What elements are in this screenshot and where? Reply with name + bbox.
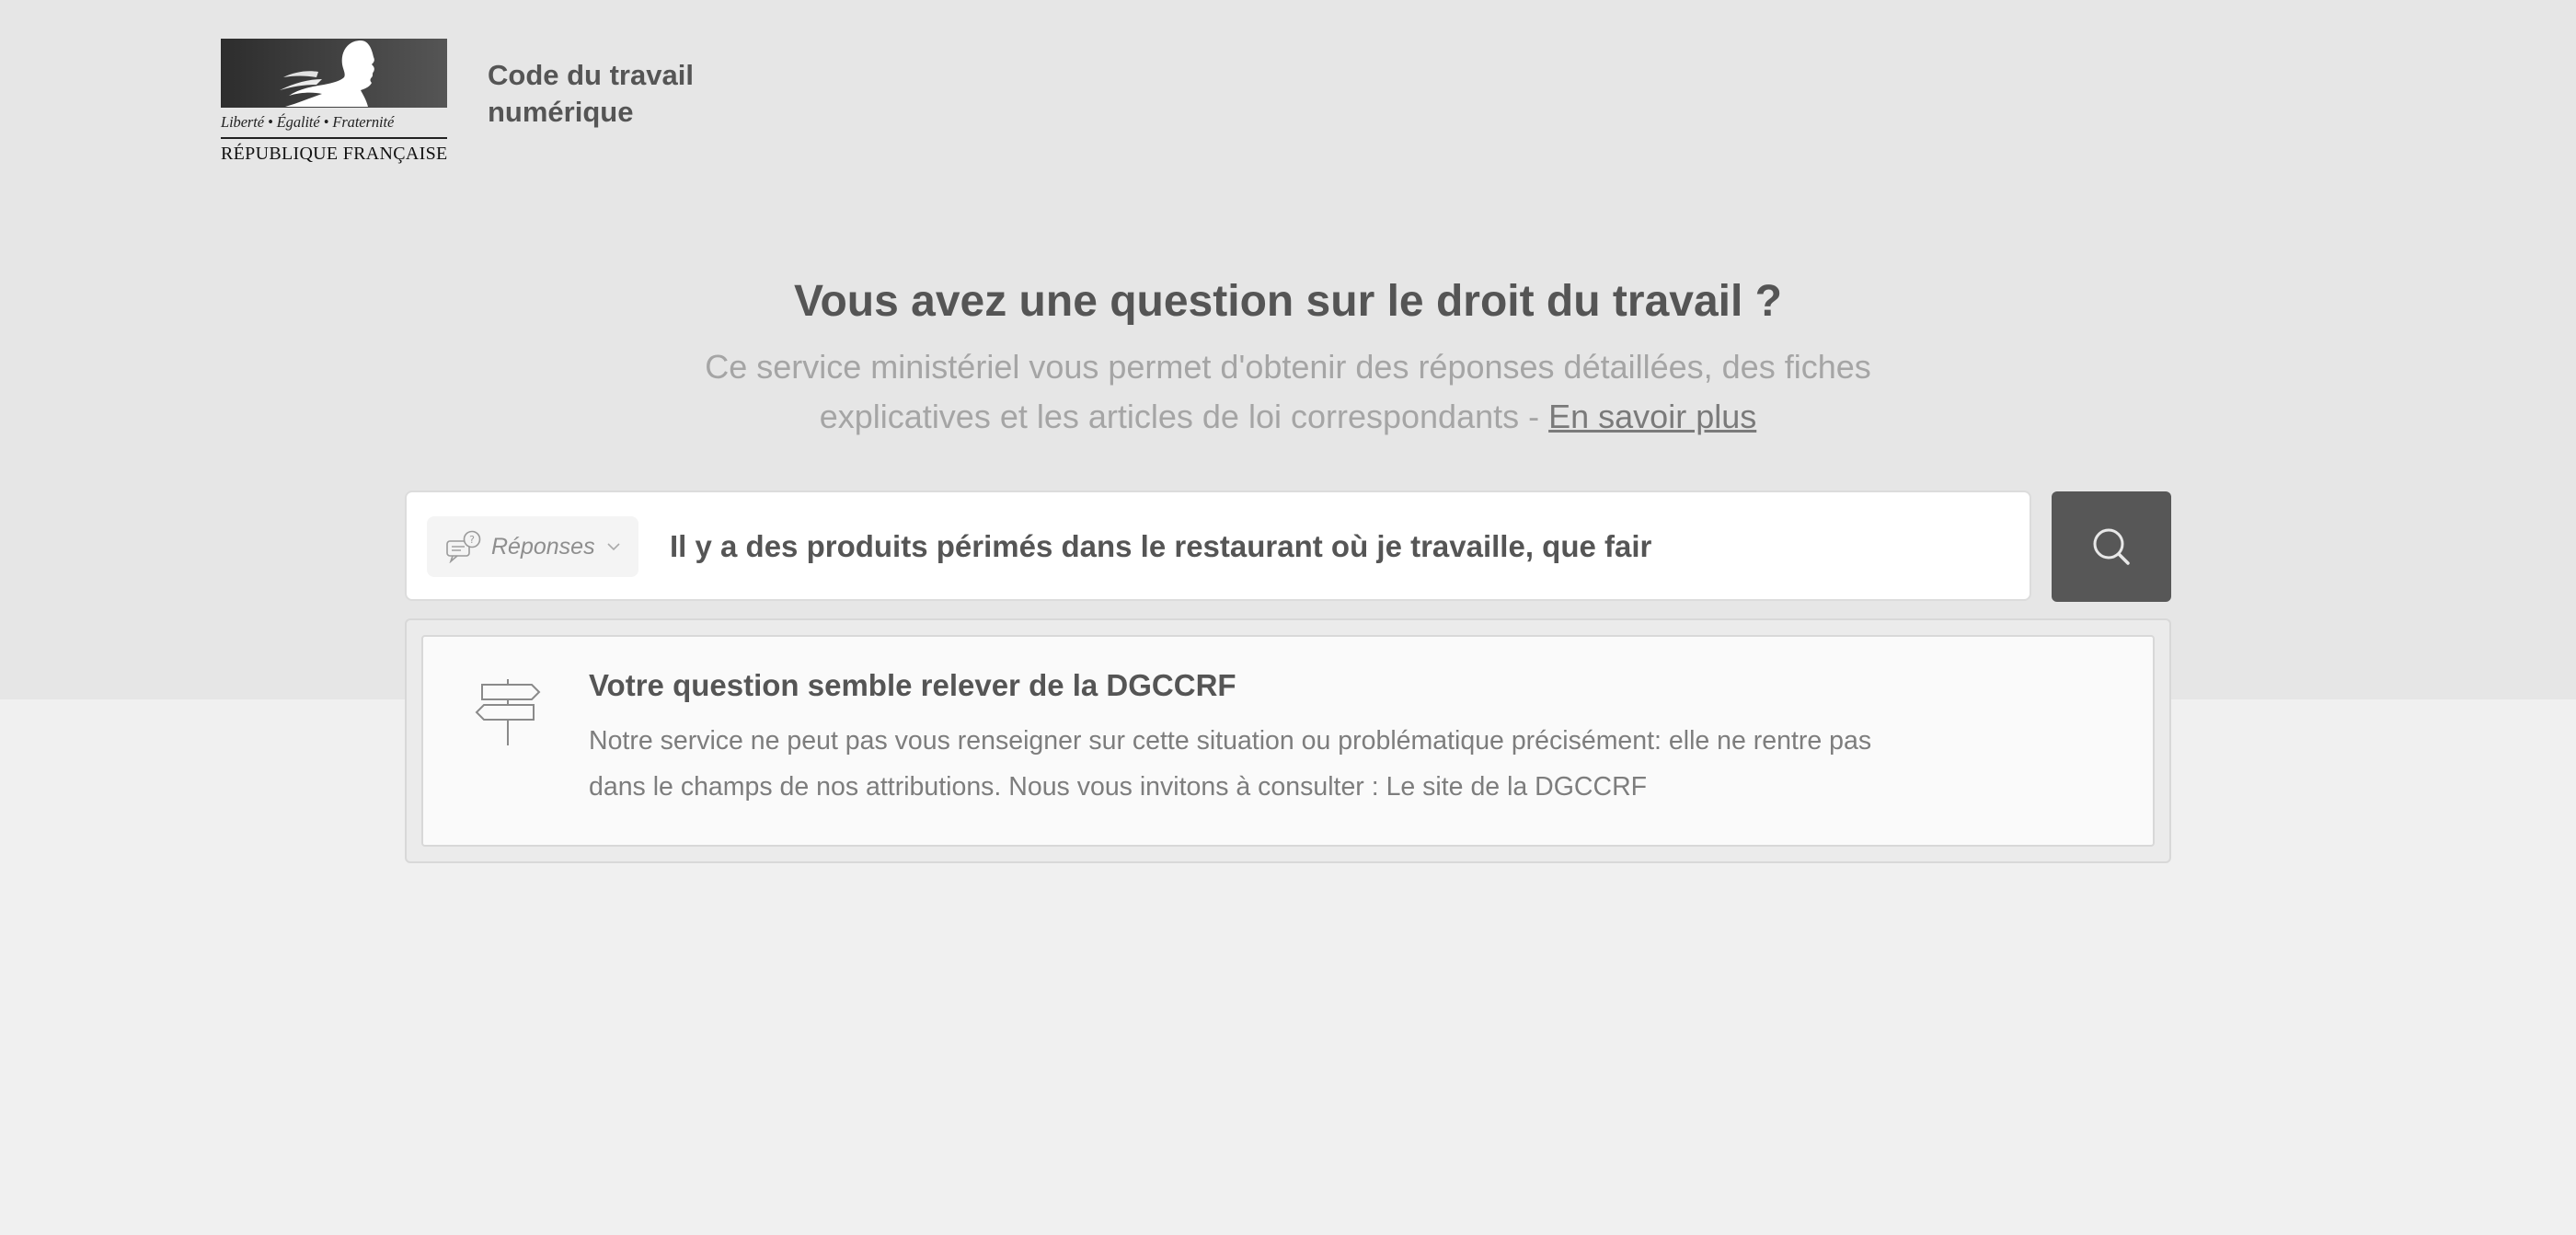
logo-divider: [221, 137, 447, 139]
marianne-emblem: [221, 39, 447, 108]
search-icon: [2089, 525, 2133, 569]
site-title[interactable]: Code du travail numérique: [488, 57, 764, 131]
result-description-text: Notre service ne peut pas vous renseigne…: [589, 726, 1872, 802]
result-description: Notre service ne peut pas vous renseigne…: [589, 718, 1877, 810]
logo-motto: Liberté • Égalité • Fraternité: [221, 113, 395, 131]
chevron-down-icon: [606, 542, 621, 551]
intro-paragraph: Ce service ministériel vous permet d'obt…: [644, 342, 1932, 442]
learn-more-link[interactable]: En savoir plus: [1548, 398, 1756, 435]
search-box: ? Réponses: [405, 491, 2031, 601]
republique-francaise-logo[interactable]: Liberté • Égalité • Fraternité RÉPUBLIQU…: [221, 39, 447, 164]
logo-country-name: RÉPUBLIQUE FRANÇAISE: [221, 143, 448, 164]
search-results-panel: Votre question semble relever de la DGCC…: [405, 618, 2171, 863]
svg-text:?: ?: [469, 534, 475, 546]
search-facet-select[interactable]: ? Réponses: [427, 516, 638, 577]
dgccrf-site-link[interactable]: Le site de la DGCCRF: [1386, 772, 1648, 802]
search-button[interactable]: [2052, 491, 2171, 602]
result-card[interactable]: Votre question semble relever de la DGCC…: [421, 635, 2155, 847]
signpost-icon: [473, 677, 543, 752]
search-input[interactable]: [659, 516, 2002, 577]
speech-bubble-question-icon: ?: [445, 530, 482, 563]
search-facet-label: Réponses: [491, 533, 595, 560]
page-headline: Vous avez une question sur le droit du t…: [794, 277, 1782, 326]
result-title: Votre question semble relever de la DGCC…: [589, 668, 1236, 702]
